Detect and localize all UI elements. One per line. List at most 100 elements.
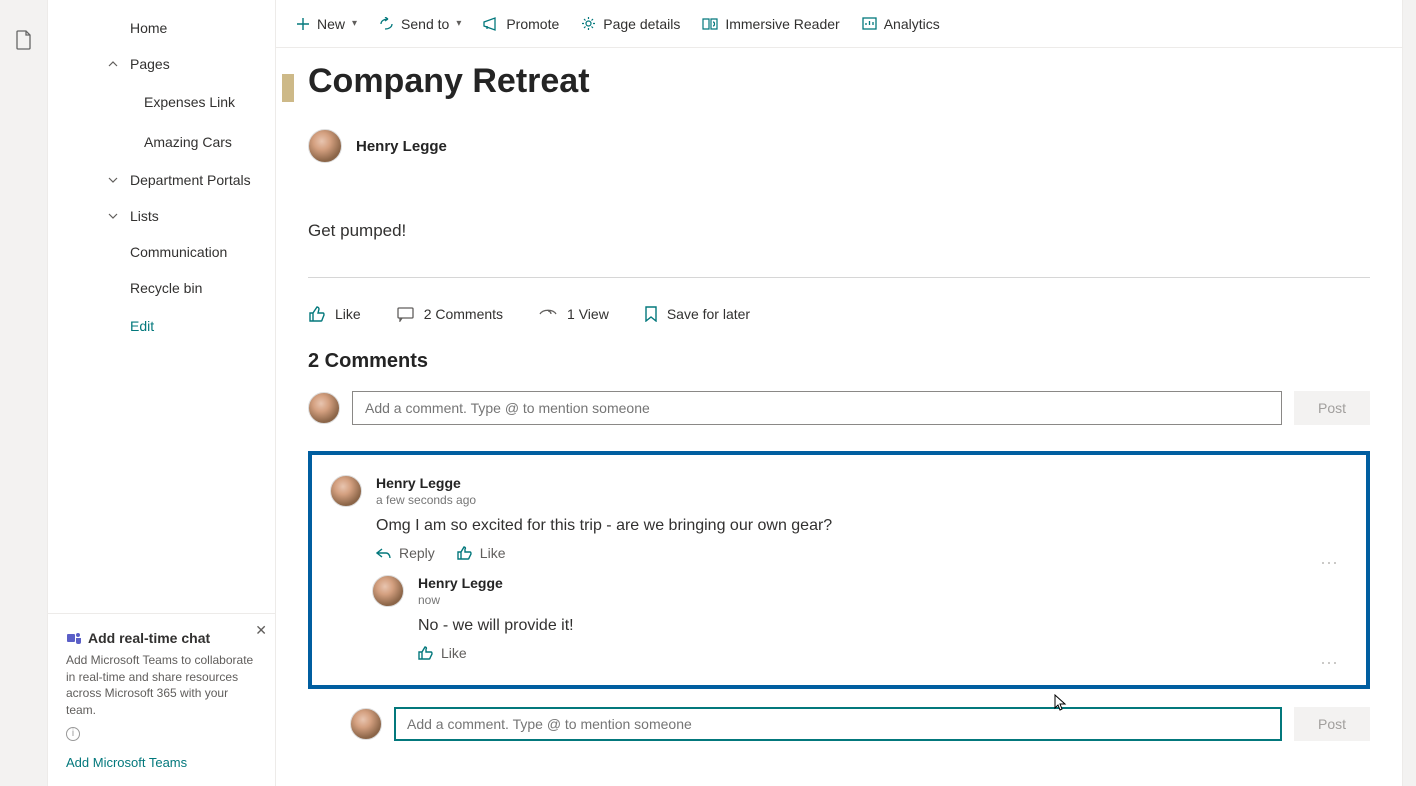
reader-label: Immersive Reader bbox=[725, 16, 839, 32]
like-label: Like bbox=[441, 645, 467, 661]
thumb-up-icon bbox=[457, 546, 472, 560]
details-label: Page details bbox=[603, 16, 680, 32]
author-avatar[interactable] bbox=[308, 129, 342, 163]
promo-title-text: Add real-time chat bbox=[88, 630, 210, 646]
views-count: 1 View bbox=[539, 306, 609, 322]
scrollbar[interactable] bbox=[1402, 0, 1416, 786]
title-accent bbox=[282, 74, 294, 102]
nav-communication-label: Communication bbox=[130, 244, 227, 260]
gear-icon bbox=[581, 16, 596, 31]
analytics-label: Analytics bbox=[884, 16, 940, 32]
nav-lists-label: Lists bbox=[130, 208, 159, 224]
comment-input[interactable] bbox=[352, 391, 1282, 425]
promo-desc: Add Microsoft Teams to collaborate in re… bbox=[66, 652, 257, 719]
like-button[interactable]: Like bbox=[308, 306, 361, 322]
left-nav: Home Pages Expenses Link Amazing Cars De… bbox=[48, 0, 276, 786]
analytics-icon bbox=[862, 17, 877, 30]
comment-icon bbox=[397, 307, 414, 322]
document-icon[interactable] bbox=[15, 30, 33, 50]
nav-recycle-label: Recycle bin bbox=[130, 280, 202, 296]
promote-button[interactable]: Promote bbox=[483, 16, 559, 32]
comments-heading: 2 Comments bbox=[308, 350, 1370, 373]
current-user-avatar bbox=[308, 392, 340, 424]
nav-pages[interactable]: Pages bbox=[48, 46, 275, 82]
nav-amazing-cars[interactable]: Amazing Cars bbox=[48, 122, 275, 162]
chevron-down-icon: ▾ bbox=[352, 18, 357, 29]
save-label: Save for later bbox=[667, 306, 750, 322]
post-button[interactable]: Post bbox=[1294, 391, 1370, 425]
current-user-avatar bbox=[350, 708, 382, 740]
reply-icon bbox=[376, 547, 391, 560]
comment-author: Henry Legge bbox=[376, 475, 1348, 491]
plus-icon bbox=[296, 17, 310, 31]
teams-icon bbox=[66, 630, 82, 646]
like-label: Like bbox=[335, 306, 361, 322]
more-icon[interactable]: ⋯ bbox=[1320, 553, 1340, 574]
nav-pages-label: Pages bbox=[130, 56, 170, 72]
more-icon[interactable]: ⋯ bbox=[1320, 653, 1340, 674]
nav-communication[interactable]: Communication bbox=[48, 234, 275, 270]
reply-button[interactable]: Reply bbox=[376, 545, 435, 561]
new-label: New bbox=[317, 16, 345, 32]
promo-title: Add real-time chat bbox=[66, 630, 257, 646]
page-details-button[interactable]: Page details bbox=[581, 16, 680, 32]
page-title: Company Retreat bbox=[308, 62, 1370, 101]
chevron-down-icon: ▾ bbox=[456, 18, 461, 29]
views-label: 1 View bbox=[567, 306, 609, 322]
command-bar: New ▾ Send to ▾ Promote Page details Imm… bbox=[276, 0, 1402, 48]
post-reply-button[interactable]: Post bbox=[1294, 707, 1370, 741]
eye-icon bbox=[539, 308, 557, 320]
author-name: Henry Legge bbox=[356, 138, 447, 155]
nav-home-label: Home bbox=[130, 20, 167, 36]
analytics-button[interactable]: Analytics bbox=[862, 16, 940, 32]
chevron-up-icon bbox=[106, 57, 120, 71]
reply-label: Reply bbox=[399, 545, 435, 561]
new-button[interactable]: New ▾ bbox=[296, 16, 357, 32]
page-body: Get pumped! bbox=[308, 221, 1370, 241]
page-stats: Like 2 Comments 1 View Save for later bbox=[308, 306, 1370, 322]
comments-label: 2 Comments bbox=[424, 306, 503, 322]
comment-reply-item: Henry Legge now No - we will provide it!… bbox=[372, 575, 1348, 661]
immersive-reader-button[interactable]: Immersive Reader bbox=[702, 16, 839, 32]
nav-lists[interactable]: Lists bbox=[48, 198, 275, 234]
send-to-button[interactable]: Send to ▾ bbox=[379, 16, 461, 32]
info-icon[interactable]: i bbox=[66, 727, 80, 741]
comment-item: Henry Legge a few seconds ago Omg I am s… bbox=[330, 475, 1348, 561]
divider bbox=[308, 277, 1370, 278]
share-icon bbox=[379, 17, 394, 31]
reader-icon bbox=[702, 17, 718, 31]
comments-highlight-box: Henry Legge a few seconds ago Omg I am s… bbox=[308, 451, 1370, 689]
comment-author: Henry Legge bbox=[418, 575, 1348, 591]
nav-department-portals[interactable]: Department Portals bbox=[48, 162, 275, 198]
like-comment-button[interactable]: Like bbox=[418, 645, 467, 661]
comment-text: Omg I am so excited for this trip - are … bbox=[376, 517, 1348, 535]
promo-link[interactable]: Add Microsoft Teams bbox=[66, 755, 257, 770]
main-area: New ▾ Send to ▾ Promote Page details Imm… bbox=[276, 0, 1402, 786]
comments-count[interactable]: 2 Comments bbox=[397, 306, 503, 322]
nav-recycle[interactable]: Recycle bin bbox=[48, 270, 275, 306]
promote-label: Promote bbox=[506, 16, 559, 32]
nav-edit[interactable]: Edit bbox=[48, 306, 275, 346]
nav-expenses-link[interactable]: Expenses Link bbox=[48, 82, 275, 122]
close-icon[interactable]: ✕ bbox=[255, 622, 267, 639]
thumb-up-icon bbox=[418, 646, 433, 660]
like-comment-button[interactable]: Like bbox=[457, 545, 506, 561]
comment-text: No - we will provide it! bbox=[418, 617, 1348, 635]
megaphone-icon bbox=[483, 17, 499, 31]
app-rail bbox=[0, 0, 48, 786]
comment-time: now bbox=[418, 593, 1348, 607]
teams-promo: ✕ Add real-time chat Add Microsoft Teams… bbox=[48, 613, 275, 786]
bookmark-icon bbox=[645, 306, 657, 322]
thumb-up-icon bbox=[308, 306, 325, 322]
like-label: Like bbox=[480, 545, 506, 561]
chevron-down-icon bbox=[106, 209, 120, 223]
save-button[interactable]: Save for later bbox=[645, 306, 750, 322]
comment-time: a few seconds ago bbox=[376, 493, 1348, 507]
send-label: Send to bbox=[401, 16, 449, 32]
nav-dept-label: Department Portals bbox=[130, 172, 251, 188]
reply-input[interactable] bbox=[394, 707, 1282, 741]
comment-avatar[interactable] bbox=[372, 575, 404, 607]
chevron-down-icon bbox=[106, 173, 120, 187]
nav-home[interactable]: Home bbox=[48, 10, 275, 46]
comment-avatar[interactable] bbox=[330, 475, 362, 507]
